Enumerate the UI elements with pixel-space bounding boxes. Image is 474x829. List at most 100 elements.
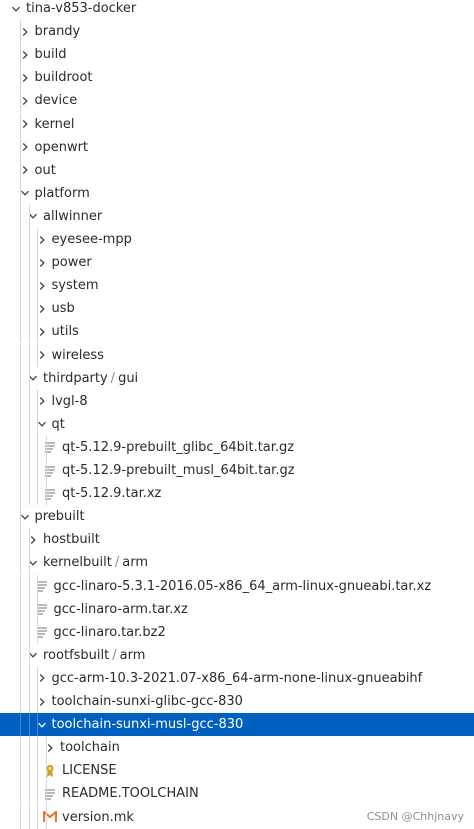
- chevron-right-icon[interactable]: [25, 532, 41, 548]
- chevron-right-icon[interactable]: [34, 694, 50, 710]
- chevron-right-icon[interactable]: [34, 324, 50, 340]
- file-row-qt-5-12-9-tar-xz[interactable]: qt-5.12.9.tar.xz: [0, 482, 474, 506]
- tree-item-label: hostbuilt: [43, 532, 100, 548]
- folder-row-out[interactable]: out: [0, 158, 474, 182]
- chevron-right-icon[interactable]: [34, 670, 50, 686]
- indent-guide: [37, 690, 38, 713]
- chevron-down-icon[interactable]: [8, 1, 24, 17]
- chevron-right-icon[interactable]: [34, 301, 50, 317]
- indent-guide: [20, 343, 21, 367]
- tree-item-label: rootfsbuilt: [43, 647, 110, 663]
- folder-row-qt[interactable]: qt: [0, 412, 474, 436]
- chevron-down-icon[interactable]: [17, 185, 33, 201]
- indent-guide: [20, 690, 21, 713]
- indent-guide: [37, 597, 38, 621]
- folder-row-allwinner[interactable]: allwinner: [0, 204, 474, 228]
- indent-guide: [28, 690, 30, 713]
- chevron-down-icon[interactable]: [25, 208, 41, 224]
- indent-guide: [37, 482, 38, 506]
- folder-row-utils[interactable]: utils: [0, 320, 474, 344]
- folder-row-kernel[interactable]: kernel: [0, 112, 474, 136]
- tree-item-label: qt-5.12.9-prebuilt_musl_64bit.tar.gz: [62, 463, 295, 478]
- indent-guide: [37, 713, 38, 737]
- folder-row-hostbuilt[interactable]: hostbuilt: [0, 528, 474, 552]
- indent-guide: [20, 482, 21, 506]
- chevron-right-icon[interactable]: [17, 24, 33, 40]
- file-row-qt-5-12-9-prebuilt-musl-64bit-tar-gz[interactable]: qt-5.12.9-prebuilt_musl_64bit.tar.gz: [0, 459, 474, 482]
- file-row-gcc-linaro-arm-tar-xz[interactable]: gcc-linaro-arm.tar.xz: [0, 597, 474, 621]
- file-row-gcc-linaro-5-3-1-2016-05-x86-64-arm-linux-gnueabi-tar-xz[interactable]: gcc-linaro-5.3.1-2016.05-x86_64_arm-linu…: [0, 574, 474, 598]
- chevron-right-icon[interactable]: [34, 278, 50, 294]
- folder-row-gcc-arm-10-3-2021-07-x86-64-arm-none-linux-gnueabihf[interactable]: gcc-arm-10.3-2021.07-x86_64-arm-none-lin…: [0, 666, 474, 690]
- chevron-right-icon[interactable]: [34, 255, 50, 271]
- chevron-right-icon[interactable]: [17, 47, 33, 63]
- indent-guide: [28, 574, 30, 598]
- indent-guide: [20, 505, 21, 529]
- tree-item-label: toolchain: [60, 740, 120, 756]
- indent-guide: [37, 620, 38, 644]
- folder-row-power[interactable]: power: [0, 251, 474, 275]
- indent-guide: [28, 228, 30, 251]
- chevron-right-icon[interactable]: [34, 347, 50, 363]
- folder-row-prebuilt[interactable]: prebuilt: [0, 505, 474, 529]
- tree-item-label: eyesee-mpp: [51, 232, 132, 247]
- chevron-down-icon[interactable]: [25, 555, 41, 571]
- folder-row-wireless[interactable]: wireless: [0, 343, 474, 367]
- chevron-down-icon[interactable]: [25, 370, 41, 386]
- folder-row-rootfsbuilt[interactable]: rootfsbuilt / arm: [0, 643, 474, 667]
- compact-folder-sub-label: arm: [122, 555, 148, 571]
- file-row-license[interactable]: LICENSE: [0, 759, 474, 783]
- chevron-right-icon[interactable]: [34, 393, 50, 409]
- folder-row-usb[interactable]: usb: [0, 297, 474, 321]
- folder-row-toolchain[interactable]: toolchain: [0, 736, 474, 760]
- folder-row-lvgl-8[interactable]: lvgl-8: [0, 389, 474, 413]
- lines-file-icon: [42, 786, 58, 802]
- indent-guide: [20, 274, 21, 298]
- indent-guide: [37, 435, 38, 459]
- indent-guide: [28, 782, 30, 806]
- chevron-down-icon[interactable]: [34, 717, 50, 733]
- indent-guide: [28, 320, 30, 344]
- chevron-down-icon[interactable]: [17, 509, 33, 525]
- indent-guide: [45, 759, 47, 783]
- file-row-gcc-linaro-tar-bz2[interactable]: gcc-linaro.tar.bz2: [0, 620, 474, 644]
- folder-row-build[interactable]: build: [0, 43, 474, 67]
- indent-guide: [20, 620, 21, 644]
- chevron-right-icon[interactable]: [17, 93, 33, 109]
- indent-guide: [28, 551, 30, 575]
- folder-row-kernelbuilt[interactable]: kernelbuilt / arm: [0, 551, 474, 575]
- indent-guide: [20, 528, 21, 552]
- tree-item-label: README.TOOLCHAIN: [62, 786, 199, 802]
- chevron-down-icon[interactable]: [25, 647, 41, 663]
- folder-row-eyesee-mpp[interactable]: eyesee-mpp: [0, 228, 474, 251]
- watermark: CSDN @Chhjnavy: [366, 810, 464, 823]
- file-row-qt-5-12-9-prebuilt-glibc-64bit-tar-gz[interactable]: qt-5.12.9-prebuilt_glibc_64bit.tar.gz: [0, 435, 474, 459]
- folder-row-brandy[interactable]: brandy: [0, 20, 474, 44]
- folder-row-toolchain-sunxi-musl-gcc-830[interactable]: toolchain-sunxi-musl-gcc-830: [0, 713, 474, 737]
- tree-item-label: LICENSE: [62, 763, 117, 779]
- folder-row-thirdparty[interactable]: thirdparty / gui: [0, 366, 474, 390]
- tree-item-label: version.mk: [62, 809, 134, 825]
- chevron-down-icon[interactable]: [34, 416, 50, 432]
- tree-item-label: lvgl-8: [51, 393, 88, 409]
- indent-guide: [28, 412, 30, 436]
- folder-row-tina-v853-docker[interactable]: tina-v853-docker: [0, 0, 474, 20]
- folder-row-toolchain-sunxi-glibc-gcc-830[interactable]: toolchain-sunxi-glibc-gcc-830: [0, 690, 474, 713]
- indent-guide: [28, 643, 30, 667]
- folder-row-platform[interactable]: platform: [0, 181, 474, 205]
- indent-guide: [20, 366, 21, 390]
- chevron-right-icon[interactable]: [17, 70, 33, 86]
- folder-row-device[interactable]: device: [0, 89, 474, 113]
- chevron-right-icon[interactable]: [17, 116, 33, 132]
- chevron-right-icon[interactable]: [34, 232, 50, 248]
- indent-guide: [28, 597, 30, 621]
- indent-guide: [37, 412, 38, 436]
- indent-guide: [28, 204, 30, 228]
- folder-row-system[interactable]: system: [0, 274, 474, 298]
- folder-row-buildroot[interactable]: buildroot: [0, 66, 474, 90]
- chevron-right-icon[interactable]: [42, 740, 58, 756]
- file-row-readme-toolchain[interactable]: README.TOOLCHAIN: [0, 782, 474, 806]
- chevron-right-icon[interactable]: [17, 139, 33, 155]
- chevron-right-icon[interactable]: [17, 162, 33, 178]
- folder-row-openwrt[interactable]: openwrt: [0, 135, 474, 159]
